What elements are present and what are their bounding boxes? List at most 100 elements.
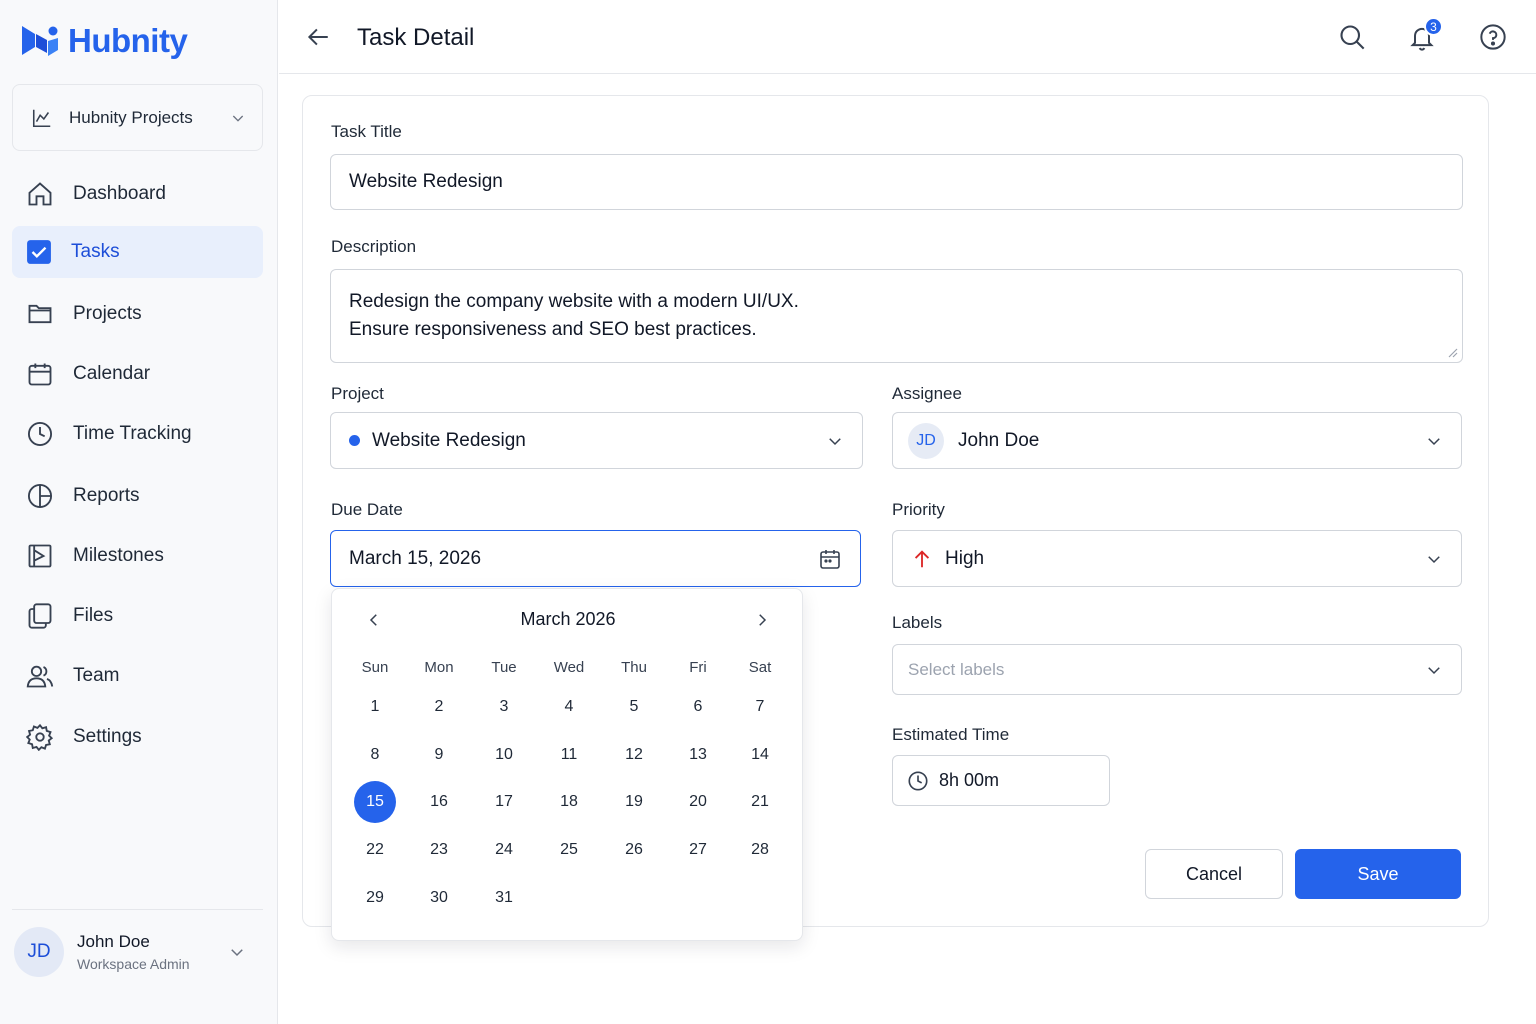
- calendar-day-number: 16: [430, 793, 448, 810]
- resize-handle-icon[interactable]: [1446, 346, 1458, 358]
- calendar-day-number: 22: [366, 841, 384, 858]
- sidebar-item-settings[interactable]: Settings: [12, 711, 263, 763]
- back-button[interactable]: [303, 22, 333, 52]
- gear-icon: [26, 723, 54, 751]
- project-label: Project: [331, 384, 384, 403]
- priority-value: High: [945, 547, 985, 569]
- description-line: Redesign the company website with a mode…: [349, 291, 799, 312]
- calendar-day-number: 1: [370, 698, 380, 715]
- home-icon: [28, 182, 52, 206]
- sidebar-item-label: Settings: [73, 726, 142, 747]
- sidebar-item-reports[interactable]: Reports: [12, 470, 263, 522]
- labels-label: Labels: [892, 613, 943, 632]
- due-date-input[interactable]: March 15, 2026: [330, 530, 861, 587]
- calendar-day[interactable]: 8: [343, 734, 407, 776]
- milestone-icon: [28, 544, 52, 568]
- calendar-day[interactable]: 3: [472, 686, 536, 728]
- labels-select[interactable]: Select labels: [892, 644, 1462, 695]
- calendar-day[interactable]: 2: [407, 686, 471, 728]
- notifications-button[interactable]: 3: [1405, 17, 1443, 54]
- chevron-right-icon: [759, 614, 767, 626]
- arrow-up-icon: [914, 549, 930, 567]
- calendar-day[interactable]: 27: [666, 829, 730, 871]
- user-menu[interactable]: JD John Doe Workspace Admin: [14, 924, 264, 980]
- description-textarea[interactable]: Redesign the company website with a mode…: [330, 269, 1463, 363]
- calendar-day[interactable]: 25: [537, 829, 601, 871]
- assignee-select[interactable]: JD John Doe: [892, 412, 1462, 469]
- task-title-input[interactable]: Website Redesign: [330, 154, 1463, 210]
- sidebar-item-milestones[interactable]: Milestones: [12, 530, 263, 582]
- avatar: JD: [14, 927, 64, 977]
- sidebar-item-dashboard[interactable]: Dashboard: [12, 168, 263, 220]
- help-button[interactable]: [1476, 20, 1510, 54]
- help-icon: [1480, 24, 1506, 50]
- calendar-day-number: 30: [430, 889, 448, 906]
- sidebar-item-label: Team: [73, 665, 120, 686]
- date-picker-popup: March 2026 Sun Mon Tue Wed Thu Fri Sat 1 2 3 4 5 6 7 8…: [331, 588, 803, 941]
- cancel-button[interactable]: Cancel: [1145, 849, 1283, 899]
- calendar-day[interactable]: 30: [407, 877, 471, 919]
- calendar-day[interactable]: 1: [343, 686, 407, 728]
- sidebar-item-files[interactable]: Files: [12, 590, 263, 642]
- calendar-day-number: 23: [430, 841, 448, 858]
- calendar-day[interactable]: 13: [666, 734, 730, 776]
- calendar-day[interactable]: 17: [472, 781, 536, 823]
- sidebar-item-time-tracking[interactable]: Time Tracking: [12, 408, 263, 460]
- calendar-day[interactable]: 28: [728, 829, 792, 871]
- calendar-day[interactable]: 9: [407, 734, 471, 776]
- estimated-time-input[interactable]: 8h 00m: [892, 755, 1110, 806]
- calendar-day[interactable]: 5: [602, 686, 666, 728]
- calendar-day[interactable]: 18: [537, 781, 601, 823]
- notification-badge: 3: [1424, 17, 1443, 36]
- calendar-day[interactable]: 10: [472, 734, 536, 776]
- search-button[interactable]: [1335, 20, 1369, 54]
- sidebar-item-tasks[interactable]: Tasks: [12, 226, 263, 278]
- calendar-day[interactable]: 20: [666, 781, 730, 823]
- project-select[interactable]: Website Redesign: [330, 412, 863, 469]
- calendar-icon[interactable]: [818, 547, 842, 571]
- priority-select[interactable]: High: [892, 530, 1462, 587]
- calendar-day[interactable]: 4: [537, 686, 601, 728]
- due-date-label: Due Date: [331, 500, 403, 519]
- calendar-day[interactable]: 26: [602, 829, 666, 871]
- calendar-day-selected[interactable]: 15: [343, 781, 407, 823]
- chevron-down-icon: [232, 115, 244, 122]
- sidebar-item-label: Dashboard: [73, 183, 166, 204]
- calendar-day[interactable]: 24: [472, 829, 536, 871]
- weekday-header: Thu: [621, 658, 647, 676]
- sidebar-item-label: Files: [73, 605, 114, 626]
- files-icon: [28, 603, 52, 629]
- calendar-day[interactable]: 12: [602, 734, 666, 776]
- search-icon: [1340, 25, 1365, 50]
- sidebar-divider: [12, 909, 263, 910]
- calendar-day[interactable]: 14: [728, 734, 792, 776]
- calendar-day-number: 19: [625, 793, 643, 810]
- workspace-switcher[interactable]: Hubnity Projects: [12, 84, 263, 151]
- calendar-day-number: 24: [495, 841, 513, 858]
- calendar-icon: [28, 363, 52, 386]
- app-logo[interactable]: Hubnity: [20, 22, 188, 60]
- assignee-avatar: JD: [908, 422, 944, 459]
- next-month-button[interactable]: [749, 607, 775, 633]
- sidebar-item-projects[interactable]: Projects: [12, 288, 263, 340]
- calendar-day-number: 25: [560, 841, 578, 858]
- calendar-day[interactable]: 31: [472, 877, 536, 919]
- save-button[interactable]: Save: [1295, 849, 1461, 899]
- calendar-day[interactable]: 21: [728, 781, 792, 823]
- calendar-day[interactable]: 29: [343, 877, 407, 919]
- project-color-dot: [349, 435, 360, 446]
- calendar-day[interactable]: 7: [728, 686, 792, 728]
- sidebar-item-calendar[interactable]: Calendar: [12, 348, 263, 400]
- calendar-day[interactable]: 22: [343, 829, 407, 871]
- calendar-day-number: 27: [689, 841, 707, 858]
- sidebar-item-team[interactable]: Team: [12, 650, 263, 702]
- calendar-day[interactable]: 6: [666, 686, 730, 728]
- calendar-day[interactable]: 23: [407, 829, 471, 871]
- calendar-day[interactable]: 19: [602, 781, 666, 823]
- calendar-day-number: 31: [495, 889, 513, 906]
- calendar-day-number: 29: [366, 889, 384, 906]
- calendar-day[interactable]: 16: [407, 781, 471, 823]
- chart-line-icon: [32, 109, 51, 127]
- calendar-day[interactable]: 11: [537, 734, 601, 776]
- calendar-day-number: 4: [564, 698, 574, 715]
